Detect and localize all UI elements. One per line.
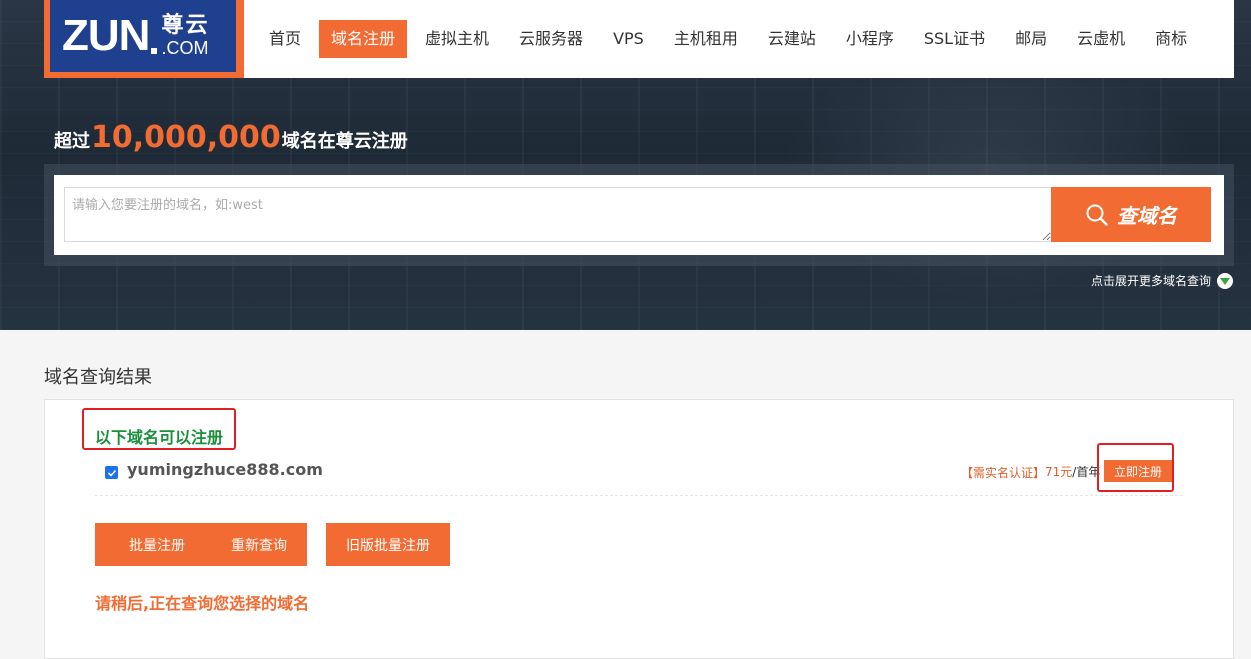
auth-note: 【需实名认证】 [961, 466, 1046, 480]
check-icon [107, 469, 116, 477]
nav-home[interactable]: 首页 [254, 20, 316, 58]
logo-brand: ZUN [62, 11, 150, 60]
nav-mail[interactable]: 邮局 [1000, 20, 1062, 58]
results-title: 域名查询结果 [44, 367, 152, 388]
nav-host-rental[interactable]: 主机租用 [659, 20, 753, 58]
headline-prefix: 超过 [54, 131, 90, 152]
expand-label: 点击展开更多域名查询 [1090, 274, 1211, 288]
nav-domain-register[interactable]: 域名注册 [319, 20, 408, 58]
search-icon [1086, 204, 1108, 226]
domain-search-input[interactable] [64, 187, 1052, 242]
nav-vps[interactable]: VPS [598, 20, 659, 58]
requery-button[interactable]: 重新查询 [211, 523, 307, 566]
domain-result-row: yumingzhuce888.com 【需实名认证】 71元/首年 [95, 456, 1183, 496]
available-title: 以下域名可以注册 [95, 428, 224, 447]
domain-checkbox[interactable] [105, 466, 118, 479]
waiting-status: 请稍后,正在查询您选择的域名 [95, 594, 310, 613]
headline-count: 10,000,000 [91, 120, 281, 155]
site-logo[interactable]: ZUN 尊云 .COM [44, 0, 244, 78]
nav-cloud-server[interactable]: 云服务器 [504, 20, 598, 58]
register-now-button[interactable]: 立即注册 [1104, 460, 1172, 482]
logo-cn: 尊云 [161, 13, 210, 38]
search-button-label: 查域名 [1117, 206, 1177, 228]
domain-price: 71元/首年 [1045, 463, 1100, 480]
price-value: 71元 [1045, 465, 1073, 479]
domain-name: yumingzhuce888.com [127, 460, 323, 479]
nav-site-builder[interactable]: 云建站 [753, 20, 831, 58]
nav-mini-program[interactable]: 小程序 [831, 20, 909, 58]
hero-headline: 超过 10,000,000 域名在尊云注册 [54, 123, 408, 153]
search-domain-button[interactable]: 查域名 [1051, 187, 1211, 242]
main-nav: 首页 域名注册 虚拟主机 云服务器 VPS 主机租用 云建站 小程序 SSL证书… [254, 20, 1202, 58]
old-batch-register-button[interactable]: 旧版批量注册 [326, 523, 450, 566]
logo-com: .COM [161, 38, 209, 58]
nav-ssl[interactable]: SSL证书 [909, 20, 1000, 58]
headline-suffix: 域名在尊云注册 [281, 131, 408, 152]
expand-more-search[interactable]: 点击展开更多域名查询 [1091, 272, 1233, 289]
nav-virtual-host[interactable]: 虚拟主机 [410, 20, 504, 58]
nav-trademark[interactable]: 商标 [1140, 20, 1202, 58]
batch-register-button[interactable]: 批量注册 [95, 523, 219, 566]
nav-cloud-vm[interactable]: 云虚机 [1062, 20, 1140, 58]
chevron-down-icon [1217, 272, 1233, 289]
